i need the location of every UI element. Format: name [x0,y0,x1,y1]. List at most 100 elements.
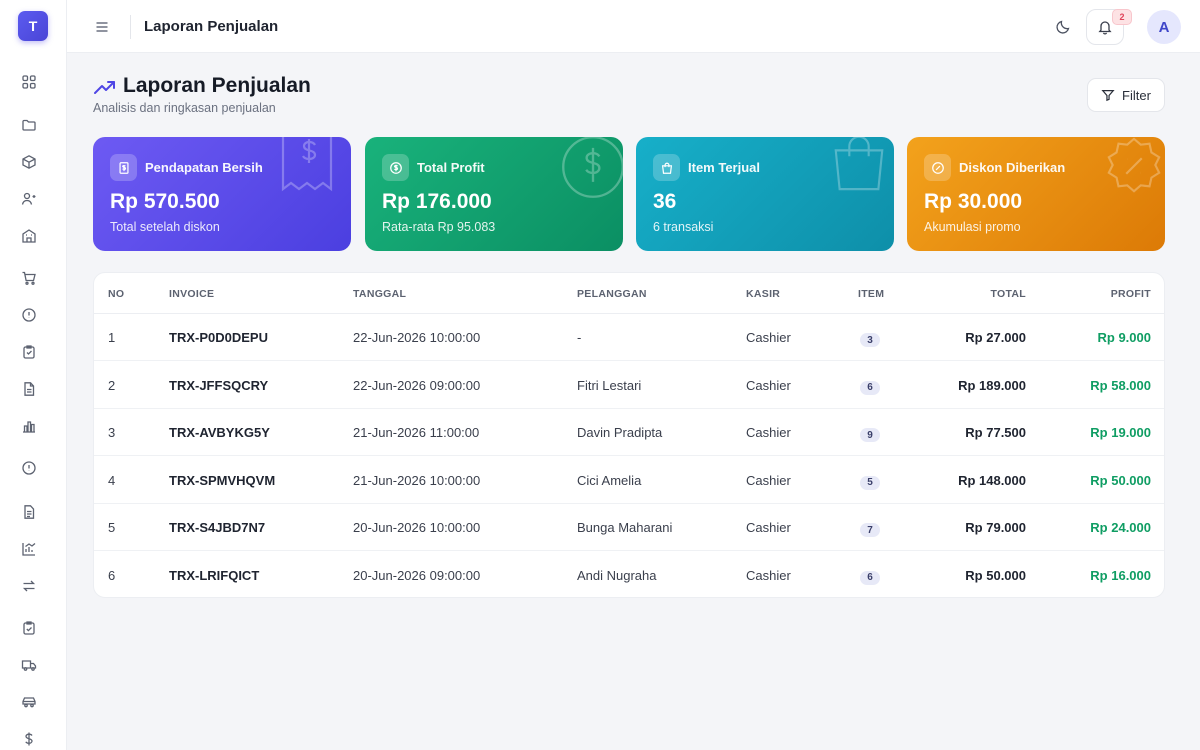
receipt-deco-icon [275,137,339,195]
folder-icon[interactable] [19,115,39,135]
column-header-customer[interactable]: PELANGGAN [577,288,647,300]
cell-invoice[interactable]: TRX-JFFSQCRY [169,378,268,393]
item-count-badge: 5 [860,475,880,490]
cell-customer: Fitri Lestari [577,377,642,393]
cell-profit: Rp 19.000 [1090,425,1151,440]
card-net-revenue: Pendapatan Bersih Rp 570.500 Total setel… [93,137,351,251]
cell-total: Rp 27.000 [965,330,1026,345]
item-count-badge: 6 [860,380,880,395]
cell-cashier: Cashier [746,520,791,535]
card-note: Rata-rata Rp 95.083 [382,220,496,234]
notification-button[interactable]: 2 [1086,9,1132,45]
cell-no: 2 [108,377,116,393]
column-header-invoice[interactable]: INVOICE [169,288,214,300]
trending-up-icon [93,77,117,97]
app-logo[interactable]: T [18,11,48,41]
receipt-icon [110,154,137,181]
item-count-badge: 3 [860,333,880,347]
notification-count-badge: 2 [1112,9,1132,25]
cell-invoice[interactable]: TRX-S4JBD7N7 [169,520,265,535]
card-value: Rp 30.000 [924,190,1023,213]
cell-cashier: Cashier [746,567,791,583]
cell-total: Rp 50.000 [965,567,1026,583]
document-icon[interactable] [19,502,39,522]
card-items-sold: Item Terjual 36 6 transaksi [636,137,894,251]
moon-icon[interactable] [1052,16,1074,38]
column-header-profit[interactable]: PROFIT [1111,288,1151,300]
cell-profit: Rp 9.000 [1097,330,1151,345]
cell-customer: Bunga Maharani [577,520,673,535]
cell-date: 20-Jun-2026 10:00:00 [353,520,481,535]
column-header-item[interactable]: ITEM [858,288,884,300]
table-header: NO INVOICE TANGGAL PELANGGAN KASIR ITEM … [94,273,1164,314]
table-row[interactable]: 6 TRX-LRIFQICT 20-Jun-2026 09:00:00 Andi… [94,552,1164,598]
column-header-date[interactable]: TANGGAL [353,288,406,300]
file-icon[interactable] [19,379,39,399]
cell-date: 20-Jun-2026 09:00:00 [353,567,481,583]
cell-profit: Rp 16.000 [1090,567,1151,583]
filter-icon [1101,90,1115,102]
box-icon[interactable] [19,152,39,172]
column-header-no[interactable]: NO [108,288,124,300]
cell-customer: Davin Pradipta [577,425,663,440]
column-header-cashier[interactable]: KASIR [746,288,780,300]
cell-invoice[interactable]: TRX-AVBYKG5Y [169,425,270,440]
shopping-bag-deco-icon [828,137,890,195]
card-value: Rp 570.500 [110,190,220,213]
cell-cashier: Cashier [746,330,791,345]
table-row[interactable]: 5 TRX-S4JBD7N7 20-Jun-2026 10:00:00 Bung… [94,504,1164,551]
page-title: Laporan Penjualan [123,74,311,97]
sidebar: T [0,0,67,750]
cell-invoice[interactable]: TRX-SPMVHQVM [169,473,275,488]
item-count-badge: 6 [860,570,880,585]
cell-no: 5 [108,520,116,535]
filter-button[interactable]: Filter [1087,78,1165,112]
info-icon[interactable] [19,458,39,478]
clipboard-icon[interactable] [19,342,39,362]
bar-chart-icon[interactable] [19,416,39,436]
avatar[interactable]: A [1147,10,1181,44]
alert-circle-icon[interactable] [19,305,39,325]
cell-total: Rp 77.500 [965,425,1026,440]
card-label: Item Terjual [688,160,761,175]
cell-total: Rp 148.000 [958,472,1026,488]
bell-icon [1098,21,1112,35]
table-row[interactable]: 4 TRX-SPMVHQVM 21-Jun-2026 10:00:00 Cici… [94,457,1164,504]
checklist-icon[interactable] [19,618,39,638]
cell-invoice[interactable]: TRX-P0D0DEPU [169,330,268,345]
building-icon[interactable] [19,226,39,246]
dollar-circle-icon [382,154,409,181]
trend-chart-icon[interactable] [19,539,39,559]
truck-icon[interactable] [19,655,39,675]
cell-date: 22-Jun-2026 09:00:00 [353,377,481,393]
car-icon[interactable] [19,692,39,712]
users-icon[interactable] [19,189,39,209]
cell-cashier: Cashier [746,377,791,393]
cell-date: 22-Jun-2026 10:00:00 [353,330,481,345]
cart-icon[interactable] [19,268,39,288]
card-label: Total Profit [417,160,485,175]
dollar-circle-deco-icon [559,137,623,201]
grid-icon[interactable] [19,72,39,92]
table-row[interactable]: 3 TRX-AVBYKG5Y 21-Jun-2026 11:00:00 Davi… [94,409,1164,456]
card-note: Akumulasi promo [924,220,1021,234]
cell-no: 4 [108,472,116,488]
card-value: Rp 176.000 [382,190,492,213]
dollar-icon[interactable] [19,729,39,749]
discount-badge-deco-icon [1103,137,1165,197]
card-value: 36 [653,190,677,213]
menu-icon[interactable] [92,17,112,37]
cell-customer: Andi Nugraha [577,567,657,583]
cell-customer: - [577,330,582,345]
transfer-icon[interactable] [19,576,39,596]
column-header-total[interactable]: TOTAL [990,288,1026,300]
discount-icon [924,154,951,181]
table-row[interactable]: 2 TRX-JFFSQCRY 22-Jun-2026 09:00:00 Fitr… [94,362,1164,409]
cell-profit: Rp 50.000 [1090,472,1151,488]
card-discount: Diskon Diberikan Rp 30.000 Akumulasi pro… [907,137,1165,251]
topbar-title: Laporan Penjualan [144,18,279,35]
cell-invoice[interactable]: TRX-LRIFQICT [169,568,259,583]
shopping-bag-icon [653,154,680,181]
cell-no: 1 [108,330,116,345]
table-row[interactable]: 1 TRX-P0D0DEPU 22-Jun-2026 10:00:00 - Ca… [94,314,1164,361]
